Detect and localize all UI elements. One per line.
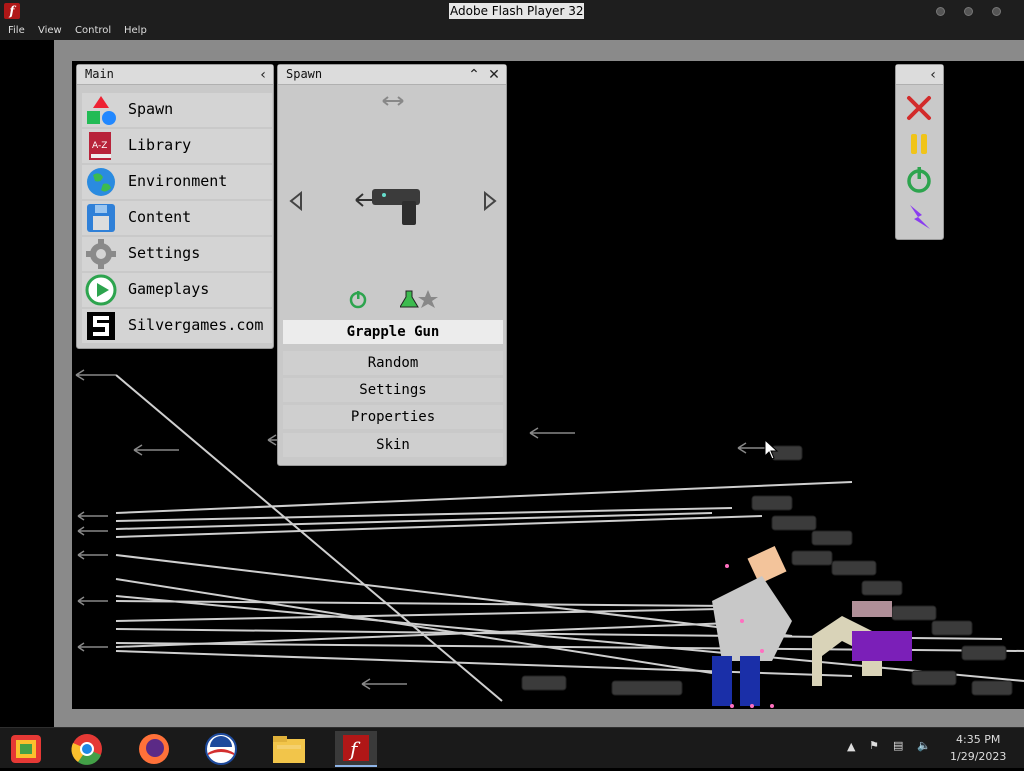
- stage-frame-bottom: [54, 709, 1024, 727]
- volume-icon[interactable]: 🔈: [917, 739, 931, 752]
- floppy-disk-icon: [87, 204, 115, 232]
- main-item-library[interactable]: A-Z Library: [82, 129, 272, 163]
- flask-star-icon[interactable]: [400, 287, 440, 311]
- globe-icon: [87, 168, 115, 196]
- main-item-content[interactable]: Content: [82, 201, 272, 235]
- window-title: Adobe Flash Player 32: [449, 3, 585, 19]
- obama-logo-icon[interactable]: [200, 731, 242, 767]
- ragdoll: [712, 545, 912, 706]
- menu-control[interactable]: Control: [75, 25, 111, 36]
- main-panel-title: Main: [85, 67, 114, 81]
- gear-icon: [86, 239, 116, 269]
- close-window-button[interactable]: [992, 7, 1001, 16]
- main-item-label: Library: [128, 136, 192, 154]
- close-icon[interactable]: ✕: [484, 65, 504, 85]
- lightning-icon[interactable]: [902, 199, 936, 233]
- grapple-gun-preview-icon: [355, 189, 420, 225]
- main-panel-header: Main ‹: [77, 65, 273, 85]
- stage-frame-top: [54, 40, 1024, 61]
- menu-view[interactable]: View: [38, 25, 62, 36]
- flag-icon[interactable]: ⚑: [869, 739, 879, 752]
- clock-date[interactable]: 1/29/2023: [950, 750, 1006, 763]
- file-explorer-icon[interactable]: [268, 731, 310, 767]
- clock-time[interactable]: 4:35 PM: [956, 733, 1000, 746]
- selected-item-name[interactable]: Grapple Gun: [283, 320, 503, 344]
- close-x-icon[interactable]: [902, 91, 936, 125]
- svg-text:A-Z: A-Z: [92, 141, 107, 151]
- main-item-spawn[interactable]: Spawn: [82, 93, 272, 127]
- tray-chevron-up-icon[interactable]: ▲: [847, 740, 855, 753]
- spawn-shapes-icon: [87, 96, 116, 125]
- flash-player-icon[interactable]: f: [335, 731, 377, 767]
- spawn-option-properties[interactable]: Properties: [283, 405, 503, 429]
- menu-help[interactable]: Help: [124, 25, 147, 36]
- chrome-remote-desktop-icon[interactable]: [5, 731, 47, 767]
- spawn-panel-header: Spawn ⌃ ✕: [278, 65, 506, 85]
- power-icon[interactable]: [902, 163, 936, 197]
- pause-icon[interactable]: [902, 127, 936, 161]
- refresh-power-icon[interactable]: [348, 289, 368, 309]
- flash-app-icon: f: [4, 3, 20, 19]
- main-item-label: Content: [128, 208, 192, 226]
- library-book-icon: A-Z: [89, 132, 111, 160]
- firefox-icon[interactable]: [133, 731, 175, 767]
- prev-item-arrow-icon[interactable]: [288, 191, 304, 211]
- menu-bar: File View Control Help: [0, 23, 1024, 40]
- main-item-label: Settings: [128, 244, 201, 262]
- spawn-panel-title: Spawn: [286, 67, 323, 81]
- next-item-arrow-icon[interactable]: [482, 191, 498, 211]
- chevron-up-icon[interactable]: ⌃: [464, 65, 484, 85]
- resize-arrow-icon[interactable]: [381, 95, 405, 107]
- silvergames-logo-icon: [87, 312, 115, 340]
- network-icon[interactable]: ▤: [893, 739, 903, 752]
- main-item-label: Gameplays: [128, 280, 210, 298]
- minimize-button[interactable]: [936, 7, 945, 16]
- stage-frame-left: [54, 40, 72, 727]
- maximize-button[interactable]: [964, 7, 973, 16]
- spawn-panel: Spawn ⌃ ✕ Grapple Gun Random Settings Pr…: [277, 64, 507, 466]
- play-icon: [85, 274, 117, 306]
- toolbox-header: ‹: [896, 65, 943, 85]
- main-item-gameplays[interactable]: Gameplays: [82, 273, 272, 307]
- spawn-option-random[interactable]: Random: [283, 351, 503, 375]
- chrome-icon[interactable]: [66, 731, 108, 767]
- main-item-silvergames[interactable]: Silvergames.com: [82, 309, 272, 343]
- main-item-label: Silvergames.com: [128, 316, 264, 334]
- main-item-label: Environment: [128, 172, 228, 190]
- toolbox-panel: ‹: [895, 64, 944, 240]
- spawn-option-skin[interactable]: Skin: [283, 433, 503, 457]
- main-item-label: Spawn: [128, 100, 174, 118]
- main-panel: Main ‹ Spawn A-Z Library Environment Con…: [76, 64, 274, 349]
- main-item-settings[interactable]: Settings: [82, 237, 272, 271]
- collapse-chevron-icon[interactable]: ‹: [923, 65, 943, 85]
- main-item-environment[interactable]: Environment: [82, 165, 272, 199]
- menu-file[interactable]: File: [8, 25, 25, 36]
- spawn-option-settings[interactable]: Settings: [283, 378, 503, 402]
- collapse-chevron-icon[interactable]: ‹: [253, 65, 273, 85]
- taskbar: f ▲ ⚑ ▤ 🔈 4:35 PM 1/29/2023: [0, 727, 1024, 768]
- window-titlebar: f Adobe Flash Player 32: [0, 0, 1024, 23]
